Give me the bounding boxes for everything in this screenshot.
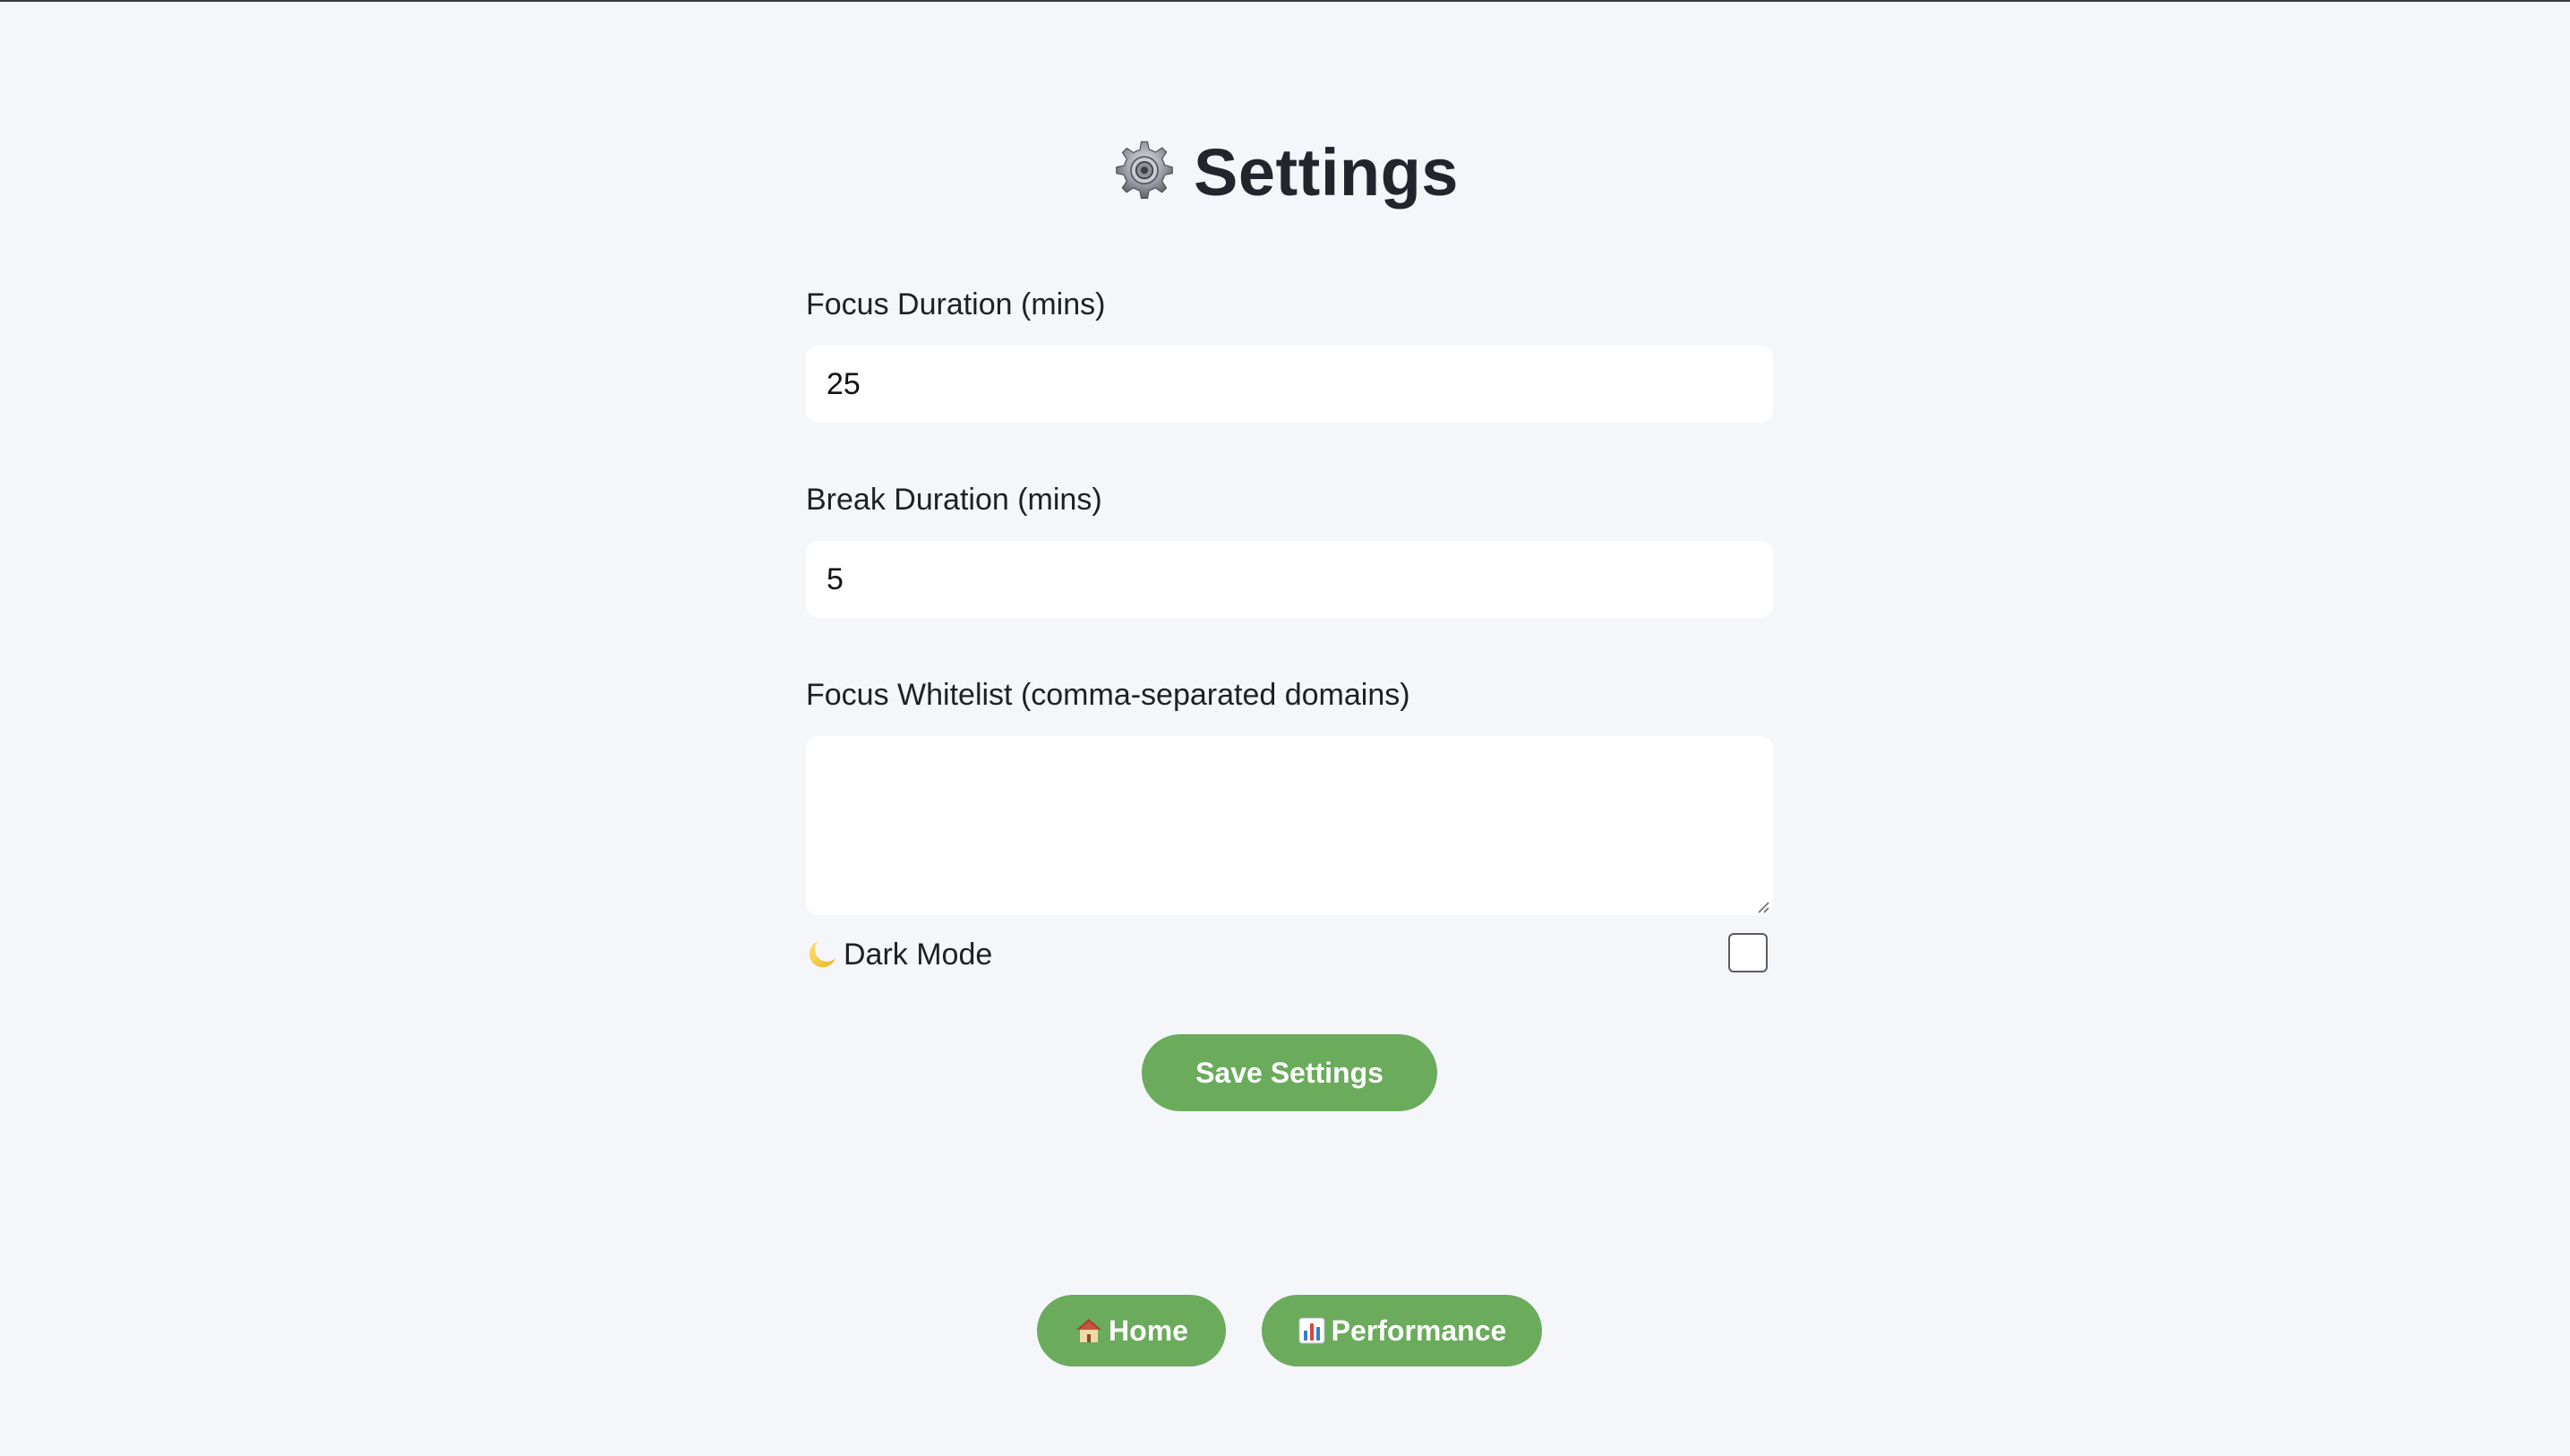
page-title: Settings — [1194, 135, 1459, 210]
dark-mode-checkbox[interactable] — [1728, 933, 1768, 972]
whitelist-textarea-wrapper — [806, 736, 1773, 915]
settings-form: Focus Duration (mins) Break Duration (mi… — [806, 283, 1773, 915]
page-header: Settings — [0, 134, 2570, 210]
gear-icon — [1116, 141, 1173, 199]
performance-button[interactable]: Performance — [1262, 1295, 1542, 1366]
whitelist-textarea[interactable] — [806, 736, 1773, 915]
performance-button-label: Performance — [1331, 1314, 1507, 1347]
bar-chart-icon — [1298, 1317, 1325, 1344]
break-duration-label: Break Duration (mins) — [806, 483, 1102, 517]
home-button-label: Home — [1109, 1314, 1188, 1347]
dark-mode-row: Dark Mode — [806, 931, 1773, 978]
focus-duration-label: Focus Duration (mins) — [806, 287, 1106, 321]
focus-duration-input[interactable] — [806, 346, 1773, 423]
resize-grip-icon[interactable] — [1755, 899, 1769, 913]
moon-icon — [809, 941, 835, 968]
home-button[interactable]: Home — [1037, 1295, 1226, 1366]
break-duration-input[interactable] — [806, 541, 1773, 618]
dark-mode-label: Dark Mode — [844, 937, 993, 972]
save-settings-button[interactable]: Save Settings — [1142, 1034, 1437, 1111]
whitelist-label: Focus Whitelist (comma-separated domains… — [806, 678, 1410, 712]
house-icon — [1076, 1319, 1102, 1342]
settings-page: Settings Focus Duration (mins) Break Dur… — [0, 0, 2570, 1456]
